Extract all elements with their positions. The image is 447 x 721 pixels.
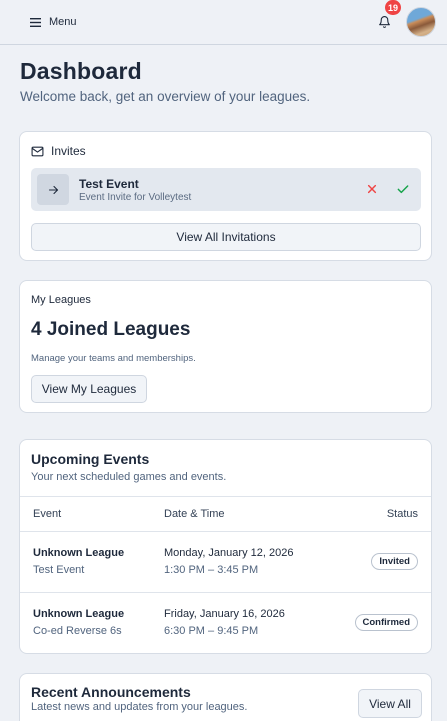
invite-title: Test Event (79, 177, 139, 191)
recent-announcements-title: Recent Announcements (31, 684, 191, 700)
view-my-leagues-button[interactable]: View My Leagues (31, 375, 147, 403)
column-header-date-time: Date & Time (164, 508, 225, 520)
event-time: 1:30 PM – 3:45 PM (164, 564, 259, 576)
event-time: 6:30 PM – 9:45 PM (164, 625, 259, 637)
hamburger-icon (30, 17, 41, 27)
upcoming-events-card: Upcoming Events Your next scheduled game… (19, 439, 432, 654)
joined-leagues-count: 4 Joined Leagues (31, 319, 191, 340)
event-league: Unknown League (33, 608, 125, 620)
table-row[interactable]: Unknown League Test Event Monday, Januar… (20, 532, 431, 593)
page-title: Dashboard (20, 58, 142, 84)
status-badge: Invited (371, 553, 418, 570)
avatar[interactable] (406, 7, 436, 37)
bell-icon (378, 16, 390, 28)
table-header: Event Date & Time Status (20, 496, 431, 532)
page-subtitle: Welcome back, get an overview of your le… (20, 89, 311, 104)
arrow-right-icon (48, 185, 58, 194)
event-date: Friday, January 16, 2026 (164, 608, 285, 620)
event-name: Test Event (33, 564, 85, 576)
invite-item[interactable]: Test Event Event Invite for Volleytest (31, 168, 421, 211)
menu-label: Menu (49, 16, 77, 28)
column-header-status: Status (386, 508, 418, 520)
events-table: Event Date & Time Status Unknown League … (20, 496, 431, 654)
mail-icon (31, 146, 44, 156)
table-row[interactable]: Unknown League Co-ed Reverse 6s Friday, … (20, 593, 431, 654)
view-all-announcements-button[interactable]: View All (358, 689, 422, 718)
column-header-event: Event (33, 508, 62, 520)
x-icon[interactable] (364, 181, 380, 197)
recent-announcements-card: Recent Announcements Latest news and upd… (19, 673, 432, 721)
my-leagues-description: Manage your teams and memberships. (31, 353, 196, 364)
event-league: Unknown League (33, 547, 125, 559)
notifications-button[interactable]: 19 (372, 0, 403, 34)
upcoming-events-subtitle: Your next scheduled games and events. (31, 471, 227, 483)
upcoming-events-title: Upcoming Events (31, 451, 150, 467)
view-all-invitations-button[interactable]: View All Invitations (31, 223, 421, 251)
recent-announcements-subtitle: Latest news and updates from your league… (31, 701, 248, 713)
event-name: Co-ed Reverse 6s (33, 625, 122, 637)
my-leagues-card: My Leagues 4 Joined Leagues Manage your … (19, 280, 432, 413)
invite-subtitle: Event Invite for Volleytest (79, 192, 192, 203)
top-bar: Menu 19 (0, 0, 447, 45)
invites-heading: Invites (31, 144, 86, 158)
invites-heading-label: Invites (51, 144, 86, 158)
status-badge: Confirmed (354, 614, 418, 631)
my-leagues-label: My Leagues (31, 294, 91, 306)
check-icon[interactable] (395, 181, 411, 197)
notification-badge: 19 (384, 0, 403, 16)
invites-card: Invites Test Event Event Invite for Voll… (19, 131, 432, 261)
menu-button[interactable]: Menu (30, 16, 77, 28)
invite-open-button[interactable] (37, 174, 69, 205)
event-date: Monday, January 12, 2026 (164, 547, 294, 559)
